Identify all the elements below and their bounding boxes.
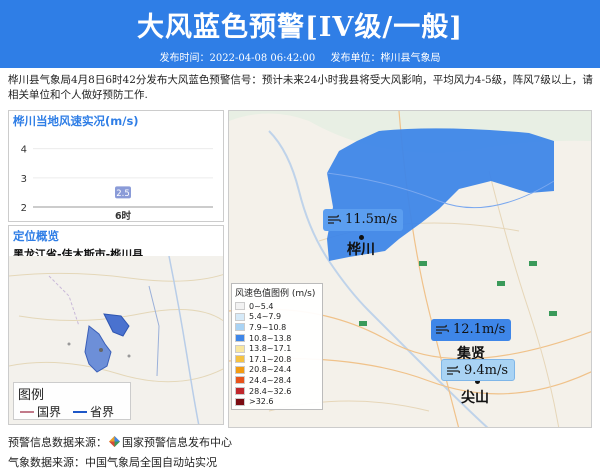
legend-label: >32.6 — [249, 397, 274, 407]
national-border-line — [20, 410, 34, 413]
legend-swatch — [235, 387, 245, 396]
legend-item: 17.1~20.8 — [235, 354, 319, 365]
y-tick-label: 2 — [21, 203, 27, 214]
y-tick-label: 4 — [21, 145, 27, 156]
legend-label: 5.4~7.9 — [249, 312, 282, 322]
legend-swatch — [235, 365, 245, 374]
legend-item: 10.8~13.8 — [235, 333, 319, 344]
legend-swatch — [235, 312, 245, 321]
publish-info-bar: 发布时间：2022-04-08 06:42:00 发布单位：桦川县气象局 — [0, 50, 600, 68]
warning-center-logo-icon — [109, 436, 120, 447]
wind-color-legend: 风速色值图例 (m/s) 0~5.4 5.4~7.9 7.9~10.8 10.8… — [231, 283, 323, 410]
publish-time: 发布时间：2022-04-08 06:42:00 — [159, 53, 316, 64]
legend-label: 28.4~32.6 — [249, 386, 292, 396]
warning-description: 桦川县气象局4月8日6时42分发布大风蓝色预警信号：预计未来24小时我县将受大风… — [8, 74, 593, 101]
legend-label: 13.8~17.1 — [249, 344, 292, 354]
legend-item: 0~5.4 — [235, 301, 319, 312]
station-speed-tag[interactable]: 9.4m/s — [441, 359, 516, 381]
location-panel: 定位概览 黑龙江省-佳木斯市-桦川县 图例 国界 省界 — [8, 225, 224, 425]
province-border-label: 省界 — [90, 405, 115, 419]
legend-swatch — [235, 334, 245, 343]
legend-swatch — [235, 323, 245, 332]
legend-title: 风速色值图例 (m/s) — [235, 289, 316, 299]
national-border-label: 国界 — [37, 405, 62, 419]
city-label: 桦川 — [347, 242, 375, 258]
legend-label: 24.4~28.4 — [249, 375, 292, 385]
wind-icon — [328, 214, 341, 224]
data-label: 2.5 — [116, 189, 130, 199]
station-speed-value: 9.4m/s — [464, 363, 509, 378]
wind-icon — [436, 324, 449, 334]
warning-source-line: 预警信息数据来源： 国家预警信息发布中心 — [8, 434, 232, 450]
station-speed-tag[interactable]: 12.1m/s — [431, 319, 512, 341]
station-speed-tag[interactable]: 11.5m/s — [323, 209, 404, 231]
wind-speed-panel: 桦川当地风速实况(m/s) 2 3 4 6时 2.5 — [8, 110, 224, 222]
wind-map-panel[interactable]: 风速色值图例 (m/s) 0~5.4 5.4~7.9 7.9~10.8 10.8… — [228, 110, 592, 428]
legend-label: 20.8~24.4 — [249, 365, 292, 375]
legend-swatch — [235, 376, 245, 385]
legend-item: 7.9~10.8 — [235, 322, 319, 333]
city-label: 尖山 — [461, 390, 489, 406]
legend-label: 7.9~10.8 — [249, 322, 287, 332]
location-legend: 图例 国界 省界 — [13, 382, 131, 420]
warning-title: 大风蓝色预警[IV级/一般] — [137, 12, 463, 43]
legend-swatch — [235, 355, 245, 364]
weather-source-line: 气象数据来源：中国气象局全国自动站实况 — [8, 456, 217, 469]
legend-item: 28.4~32.6 — [235, 386, 319, 397]
wind-chart-title: 桦川当地风速实况(m/s) — [13, 114, 139, 128]
station-speed-value: 12.1m/s — [453, 322, 506, 337]
publisher: 发布单位：桦川县气象局 — [330, 53, 441, 64]
legend-item: 13.8~17.1 — [235, 343, 319, 354]
legend-label: 10.8~13.8 — [249, 333, 292, 343]
legend-item: 24.4~28.4 — [235, 375, 319, 386]
location-legend-row: 国界 省界 — [18, 403, 126, 420]
legend-label: 17.1~20.8 — [249, 354, 292, 364]
legend-swatch — [235, 344, 245, 353]
legend-swatch — [235, 302, 245, 311]
y-tick-label: 3 — [21, 174, 27, 185]
warning-header: 大风蓝色预警[IV级/一般] — [0, 0, 600, 50]
warning-source-name[interactable]: 国家预警信息发布中心 — [122, 436, 232, 449]
wind-icon — [447, 365, 460, 375]
legend-item: 20.8~24.4 — [235, 365, 319, 376]
legend-item: >32.6 — [235, 396, 319, 407]
legend-label: 0~5.4 — [249, 301, 274, 311]
station-speed-value: 11.5m/s — [345, 212, 398, 227]
x-tick-label: 6时 — [115, 210, 132, 221]
legend-swatch — [235, 397, 245, 406]
location-title: 定位概览 — [13, 229, 59, 243]
legend-item: 5.4~7.9 — [235, 312, 319, 323]
warning-source-prefix: 预警信息数据来源： — [8, 436, 107, 449]
wind-speed-chart: 2 3 4 6时 2.5 — [21, 145, 213, 222]
location-legend-title: 图例 — [18, 388, 45, 403]
province-border-line — [73, 410, 88, 413]
